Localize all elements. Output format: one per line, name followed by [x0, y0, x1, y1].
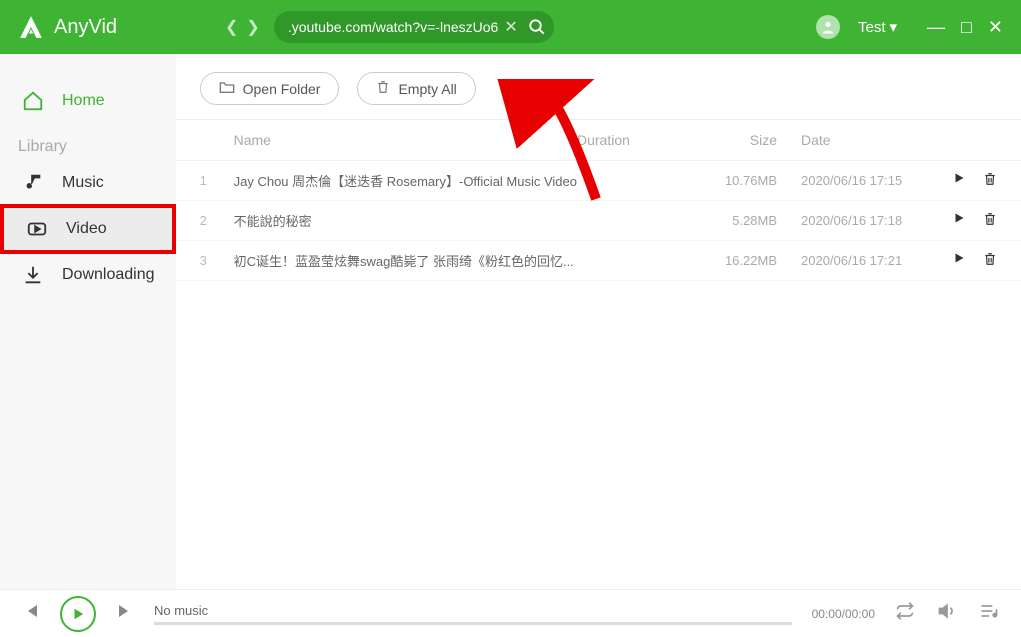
column-duration: Duration: [577, 132, 687, 148]
row-index: 1: [200, 173, 234, 188]
table-body: 1 Jay Chou 周杰倫【迷迭香 Rosemary】-Official Mu…: [176, 161, 1021, 281]
track-title: No music: [154, 603, 792, 618]
sidebar-item-music[interactable]: Music: [0, 162, 176, 204]
trash-icon: [376, 80, 390, 97]
dropdown-icon: ▾: [890, 18, 898, 36]
row-size: 5.28MB: [687, 213, 777, 228]
row-size: 16.22MB: [687, 253, 777, 268]
row-name: Jay Chou 周杰倫【迷迭香 Rosemary】-Official Musi…: [234, 171, 577, 190]
music-icon: [22, 172, 44, 194]
play-row-button[interactable]: [953, 212, 965, 229]
empty-all-button[interactable]: Empty All: [357, 72, 475, 105]
sidebar-item-downloading[interactable]: Downloading: [0, 254, 176, 296]
table-header: Name Duration Size Date: [176, 120, 1021, 161]
maximize-button[interactable]: □: [961, 17, 972, 38]
row-date: 2020/06/16 17:21: [777, 253, 917, 268]
sidebar-item-label: Downloading: [62, 266, 155, 284]
titlebar: AnyVid ❮ ❯ ✕ Test ▾ — □ ✕: [0, 0, 1021, 54]
empty-all-label: Empty All: [398, 81, 456, 97]
search-bar: ✕: [274, 11, 554, 43]
video-icon: [26, 218, 48, 240]
row-size: 10.76MB: [687, 173, 777, 188]
row-name: 初C诞生！蓝盈莹炫舞swag酷毙了 张雨绮《粉红色的回忆...: [234, 251, 577, 270]
table-row[interactable]: 1 Jay Chou 周杰倫【迷迭香 Rosemary】-Official Mu…: [176, 161, 1021, 201]
sidebar-item-label: Music: [62, 174, 104, 192]
close-button[interactable]: ✕: [988, 17, 1003, 38]
delete-row-button[interactable]: [983, 252, 997, 269]
download-icon: [22, 264, 44, 286]
main: Home Library Music Video Downloading: [0, 54, 1021, 589]
repeat-button[interactable]: [895, 601, 915, 626]
playlist-button[interactable]: [979, 601, 999, 626]
content: Open Folder Empty All Name Duration Size…: [176, 54, 1021, 589]
app-name: AnyVid: [54, 16, 117, 39]
player-bar: No music 00:00/00:00: [0, 589, 1021, 637]
user-avatar-icon[interactable]: [816, 15, 840, 39]
table-row[interactable]: 3 初C诞生！蓝盈莹炫舞swag酷毙了 张雨绮《粉红色的回忆... 16.22M…: [176, 241, 1021, 281]
app-logo-icon: [18, 14, 44, 40]
time-display: 00:00/00:00: [812, 607, 875, 621]
next-track-button[interactable]: [116, 602, 134, 625]
minimize-button[interactable]: —: [927, 17, 945, 38]
column-size: Size: [687, 132, 777, 148]
volume-button[interactable]: [937, 601, 957, 626]
nav-arrows: ❮ ❯: [225, 17, 260, 37]
sidebar-item-video[interactable]: Video: [0, 204, 176, 254]
play-row-button[interactable]: [953, 252, 965, 269]
column-name: Name: [234, 132, 577, 148]
library-section-label: Library: [0, 122, 176, 162]
sidebar-item-label: Video: [66, 220, 107, 238]
delete-row-button[interactable]: [983, 172, 997, 189]
delete-row-button[interactable]: [983, 212, 997, 229]
track-info: No music: [154, 603, 792, 625]
sidebar-item-label: Home: [62, 92, 105, 110]
sidebar: Home Library Music Video Downloading: [0, 54, 176, 589]
window-controls: — □ ✕: [927, 17, 1003, 38]
nav-forward-button[interactable]: ❯: [246, 17, 259, 37]
nav-back-button[interactable]: ❮: [225, 17, 238, 37]
open-folder-label: Open Folder: [243, 81, 321, 97]
titlebar-right: Test ▾ — □ ✕: [816, 15, 1003, 39]
user-label: Test: [858, 19, 886, 36]
search-input[interactable]: [288, 19, 499, 35]
player-right: [895, 601, 999, 626]
clear-search-button[interactable]: ✕: [498, 17, 523, 37]
row-index: 2: [200, 213, 234, 228]
column-date: Date: [777, 132, 917, 148]
user-menu[interactable]: Test ▾: [858, 18, 897, 36]
home-icon: [22, 90, 44, 112]
logo-area: AnyVid: [18, 14, 117, 40]
play-row-button[interactable]: [953, 172, 965, 189]
row-name: 不能說的秘密: [234, 211, 577, 230]
progress-bar[interactable]: [154, 622, 792, 625]
play-button[interactable]: [60, 596, 96, 632]
folder-icon: [219, 80, 235, 97]
sidebar-item-home[interactable]: Home: [0, 80, 176, 122]
row-index: 3: [200, 253, 234, 268]
toolbar: Open Folder Empty All: [176, 54, 1021, 120]
search-button[interactable]: [524, 14, 550, 40]
row-date: 2020/06/16 17:18: [777, 213, 917, 228]
prev-track-button[interactable]: [22, 602, 40, 625]
open-folder-button[interactable]: Open Folder: [200, 72, 340, 105]
table-row[interactable]: 2 不能說的秘密 5.28MB 2020/06/16 17:18: [176, 201, 1021, 241]
row-date: 2020/06/16 17:15: [777, 173, 917, 188]
